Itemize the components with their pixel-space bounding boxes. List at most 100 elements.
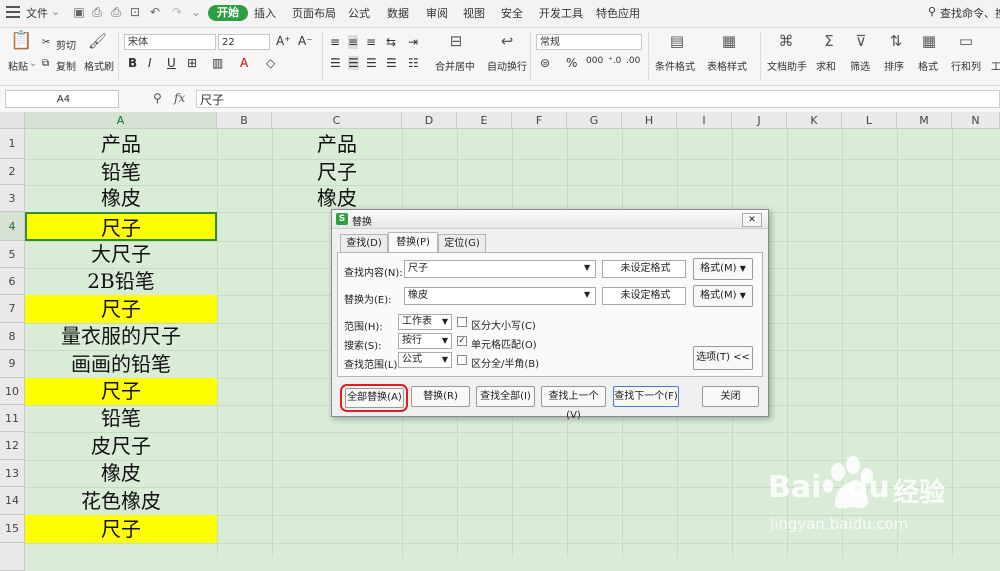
column-header-a[interactable]: A [25,112,217,129]
doc-helper-icon[interactable]: ⌘ [777,33,795,51]
match-width-checkbox[interactable] [457,355,467,365]
customize-icon[interactable]: ⌄ [189,5,203,19]
row-header-6[interactable]: 6 [0,268,25,295]
number-format-select[interactable]: 常规 [536,34,642,50]
increase-decimal-icon[interactable]: ⁺.0 [608,56,621,66]
border-icon[interactable]: ⊞ [187,56,197,70]
row-header-10[interactable]: 10 [0,378,25,405]
tab-developer[interactable]: 开发工具 [539,5,583,21]
tab-home[interactable]: 开始 [208,5,248,21]
row-header-14[interactable]: 14 [0,487,25,515]
formula-input[interactable]: 尺子 [196,90,1000,108]
find-all-button[interactable]: 查找全部(I) [476,386,535,407]
doc-helper-button[interactable]: 文档助手 [767,58,807,73]
column-header-i[interactable]: I [677,112,732,129]
tab-view[interactable]: 视图 [463,5,485,21]
close-icon[interactable]: ✕ [742,213,762,227]
merge-center-button[interactable]: 合并居中 [435,58,475,73]
cell-a11[interactable]: 铅笔 [25,405,217,432]
cell-a3[interactable]: 橡皮 [25,185,217,212]
replace-dropdown-icon[interactable]: ▼ [584,290,590,299]
hamburger-icon[interactable] [6,6,20,18]
align-right-icon[interactable]: ☰ [366,56,377,70]
file-menu[interactable]: 文件 [26,5,48,21]
replace-input[interactable]: 橡皮 [404,287,596,305]
align-center-icon[interactable]: ☰ [348,56,359,70]
tab-formulas[interactable]: 公式 [348,5,370,21]
dialog-titlebar[interactable] [332,210,768,229]
search-icon[interactable]: ⚲ [928,5,936,18]
find-prev-button[interactable]: 查找上一个(V) [541,386,606,421]
indent-icon[interactable]: ⇥ [408,35,418,49]
row-header-4[interactable]: 4 [0,212,25,241]
percent-icon[interactable]: % [566,56,577,70]
distributed-icon[interactable]: ☷ [408,56,419,70]
underline-icon[interactable]: U [167,56,176,70]
align-middle-icon[interactable]: ≡ [348,35,359,49]
cell-a13[interactable]: 橡皮 [25,460,217,487]
cell-a6[interactable]: 2B铅笔 [25,268,217,295]
row-header-2[interactable]: 2 [0,159,25,185]
align-top-icon[interactable]: ≡ [330,35,340,49]
font-name-select[interactable]: 宋体 [124,34,216,50]
filter-button[interactable]: 筛选 [850,58,870,73]
column-header-b[interactable]: B [217,112,272,129]
font-color-icon[interactable]: A [240,56,248,70]
copy-button[interactable]: 复制 [56,58,76,73]
row-header-3[interactable]: 3 [0,185,25,212]
close-button[interactable]: 关闭 [702,386,759,407]
orientation-icon[interactable]: ⇆ [386,35,396,49]
bold-icon[interactable]: B [128,56,137,70]
find-dropdown-icon[interactable]: ▼ [584,263,590,272]
replace-format-button[interactable]: 格式(M) ▼ [693,285,753,307]
cell-a9[interactable]: 画画的铅笔 [25,350,217,378]
save-icon[interactable]: ▣ [72,5,86,19]
tab-page-layout[interactable]: 页面布局 [292,5,336,21]
tab-data[interactable]: 数据 [387,5,409,21]
cell-a2[interactable]: 铅笔 [25,159,217,185]
sum-icon[interactable]: Σ [820,33,838,51]
options-button[interactable]: 选项(T) << [693,346,753,370]
conditional-format-icon[interactable]: ▤ [668,33,686,51]
preview-icon[interactable]: ⊡ [128,5,142,19]
command-search[interactable]: 查找命令、搜 [940,5,1000,21]
cell-a7[interactable]: 尺子 [25,295,217,323]
column-header-m[interactable]: M [897,112,952,129]
match-cell-checkbox[interactable]: ✓ [457,336,467,346]
clear-format-icon[interactable]: ◇ [266,56,275,70]
column-header-d[interactable]: D [402,112,457,129]
rows-cols-button[interactable]: 行和列 [951,58,981,73]
wrap-text-button[interactable]: 自动换行 [487,58,527,73]
paste-icon[interactable]: 📋 [10,32,32,53]
table-style-button[interactable]: 表格样式 [707,58,747,73]
cell-c3[interactable]: 橡皮 [272,185,402,212]
paste-button[interactable]: 粘贴 [8,58,28,73]
row-header-1[interactable]: 1 [0,129,25,159]
column-header-f[interactable]: F [512,112,567,129]
cell-c1[interactable]: 产品 [272,129,402,159]
select-all-corner[interactable] [0,112,25,129]
column-header-l[interactable]: L [842,112,897,129]
row-header-16[interactable] [0,543,25,571]
column-header-c[interactable]: C [272,112,402,129]
tab-insert[interactable]: 插入 [254,5,276,21]
cut-icon[interactable]: ✂ [42,37,50,48]
sort-icon[interactable]: ⇅ [887,33,905,51]
tab-find[interactable]: 查找(D) [340,234,388,253]
search-order-select[interactable]: 按行 ▼ [398,333,452,349]
row-header-13[interactable]: 13 [0,460,25,487]
cell-a1[interactable]: 产品 [25,129,217,159]
cell-a8[interactable]: 量衣服的尺子 [25,323,217,350]
row-header-7[interactable]: 7 [0,295,25,323]
currency-icon[interactable]: ⊜ [540,56,550,70]
cell-c2[interactable]: 尺子 [272,159,402,185]
scope-select[interactable]: 工作表 ▼ [398,314,452,330]
zoom-search-icon[interactable]: ⚲ [153,91,162,105]
format-button[interactable]: 格式 [918,58,938,73]
table-style-icon[interactable]: ▦ [720,33,738,51]
tools-button[interactable]: 工 [991,58,1000,73]
row-header-11[interactable]: 11 [0,405,25,432]
decrease-font-icon[interactable]: A⁻ [298,34,313,48]
format-painter-icon[interactable]: 🖌 [88,33,107,51]
quick-print-icon[interactable]: ⎙ [90,5,104,19]
